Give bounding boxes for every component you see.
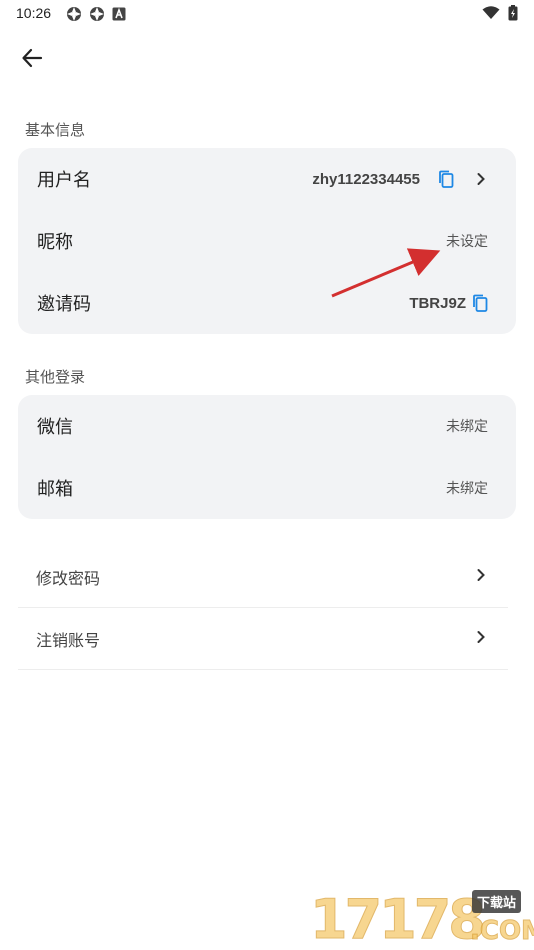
username-row[interactable]: 用户名 zhy1122334455 xyxy=(18,148,516,210)
app-notification-icon xyxy=(67,7,81,21)
wechat-right: 未绑定 xyxy=(446,416,488,436)
back-button[interactable] xyxy=(18,44,46,72)
nickname-value: 未设定 xyxy=(446,234,488,250)
change-password-row[interactable]: 修改密码 xyxy=(18,546,508,608)
email-value: 未绑定 xyxy=(446,481,488,497)
chevron-right-icon xyxy=(476,629,486,648)
wifi-icon xyxy=(482,6,500,19)
status-bar: 10:26 xyxy=(0,0,534,28)
email-row[interactable]: 邮箱 未绑定 xyxy=(18,457,516,519)
section-title-basic-info: 基本信息 xyxy=(25,121,86,139)
nickname-label: 昵称 xyxy=(37,232,73,253)
app-notification-icon xyxy=(90,7,104,21)
email-right: 未绑定 xyxy=(446,478,488,498)
status-time: 10:26 xyxy=(16,5,52,21)
arrow-left-icon xyxy=(22,48,43,68)
watermark-digits: 17178 xyxy=(310,888,487,950)
watermark-badge: 下载站 xyxy=(472,890,522,913)
chevron-right-icon xyxy=(476,567,486,586)
email-label: 邮箱 xyxy=(37,479,73,500)
wechat-label: 微信 xyxy=(37,417,73,438)
copy-invite-code-icon[interactable] xyxy=(472,294,488,312)
username-label: 用户名 xyxy=(37,170,91,191)
invite-code-label: 邀请码 xyxy=(37,294,91,315)
section-title-other-login: 其他登录 xyxy=(25,368,86,386)
status-icons-right xyxy=(482,5,518,21)
battery-charging-icon xyxy=(508,5,518,21)
change-password-label: 修改密码 xyxy=(36,568,101,588)
font-a-icon xyxy=(112,7,126,21)
watermark-logo: 17178 下载站 .COM xyxy=(310,886,534,950)
wechat-row[interactable]: 微信 未绑定 xyxy=(18,395,516,457)
delete-account-label: 注销账号 xyxy=(36,630,101,650)
status-icons-left xyxy=(66,6,126,22)
nickname-right: 未设定 xyxy=(446,231,488,251)
copy-username-icon[interactable] xyxy=(438,170,454,188)
watermark-suffix: .COM xyxy=(470,916,534,947)
username-right: zhy1122334455 xyxy=(312,170,486,188)
other-login-card: 微信 未绑定 邮箱 未绑定 xyxy=(18,395,516,519)
chevron-right-icon[interactable] xyxy=(476,172,486,186)
delete-account-row[interactable]: 注销账号 xyxy=(18,608,508,670)
annotation-arrow-icon xyxy=(331,248,441,298)
wechat-value: 未绑定 xyxy=(446,419,488,435)
username-value: zhy1122334455 xyxy=(312,170,420,188)
